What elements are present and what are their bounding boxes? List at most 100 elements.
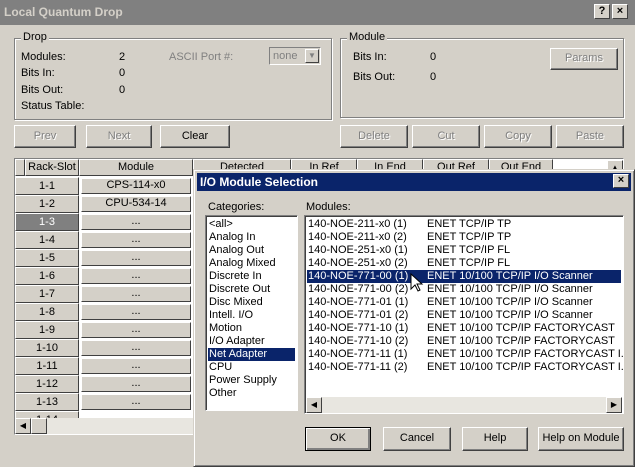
grid-row-module-button[interactable]: ... bbox=[81, 322, 191, 338]
ascii-port-select[interactable]: none ▼ bbox=[269, 47, 321, 65]
grid-row-slot[interactable]: 1-8 bbox=[15, 303, 79, 321]
copy-button[interactable]: Copy bbox=[484, 125, 552, 148]
delete-button[interactable]: Delete bbox=[340, 125, 408, 148]
drop-modules-label: Modules: bbox=[21, 51, 66, 63]
params-button[interactable]: Params bbox=[550, 48, 618, 70]
grid-row-module-button[interactable]: ... bbox=[81, 358, 191, 374]
scroll-thumb[interactable] bbox=[31, 418, 47, 434]
category-item[interactable]: Discrete In bbox=[208, 270, 295, 283]
module-description: ENET TCP/IP FL bbox=[427, 257, 511, 269]
module-part-number: 140-NOE-771-01 (2) bbox=[308, 309, 409, 321]
module-list-item[interactable]: 140-NOE-771-10 (1) ENET 10/100 TCP/IP FAC… bbox=[307, 322, 621, 335]
categories-label: Categories: bbox=[208, 201, 265, 213]
prev-button[interactable]: Prev bbox=[14, 125, 76, 148]
drop-modules-value: 2 bbox=[119, 51, 126, 63]
grid-row-slot[interactable]: 1-11 bbox=[15, 357, 79, 375]
category-item[interactable]: Analog In bbox=[208, 231, 295, 244]
module-description: ENET 10/100 TCP/IP FACTORYCAST bbox=[427, 322, 615, 334]
dialog-title: I/O Module Selection bbox=[200, 175, 319, 189]
module-list-item[interactable]: 140-NOE-211-x0 (1) ENET TCP/IP TP bbox=[307, 218, 621, 231]
grid-row-slot[interactable]: 1-4 bbox=[15, 231, 79, 249]
cancel-button[interactable]: Cancel bbox=[383, 427, 451, 451]
category-item[interactable]: Disc Mixed bbox=[208, 296, 295, 309]
grid-row-module-button[interactable]: ... bbox=[81, 286, 191, 302]
help-icon[interactable]: ? bbox=[594, 4, 610, 19]
grid-header-rack-slot[interactable]: Rack-Slot bbox=[25, 159, 79, 176]
grid-row-module-button[interactable]: CPS-114-x0 bbox=[81, 178, 191, 194]
grid-row-module-button[interactable]: ... bbox=[81, 304, 191, 320]
module-description: ENET 10/100 TCP/IP FACTORYCAST I... bbox=[427, 361, 624, 373]
scroll-left-icon[interactable]: ◀ bbox=[306, 397, 322, 413]
help-button[interactable]: Help bbox=[462, 427, 528, 451]
category-item[interactable]: Motion bbox=[208, 322, 295, 335]
grid-row-module-button[interactable]: ... bbox=[81, 214, 191, 230]
grid-row-slot[interactable]: 1-13 bbox=[15, 393, 79, 411]
close-icon[interactable]: × bbox=[612, 4, 628, 19]
grid-row-module-button[interactable]: ... bbox=[81, 340, 191, 356]
dialog-close-icon[interactable]: × bbox=[613, 174, 629, 188]
chevron-down-icon[interactable]: ▼ bbox=[305, 49, 319, 63]
paste-button[interactable]: Paste bbox=[556, 125, 624, 148]
grid-row-module-button[interactable]: ... bbox=[81, 394, 191, 410]
category-item[interactable]: Other bbox=[208, 387, 295, 400]
module-list-item[interactable]: 140-NOE-771-00 (1) ENET 10/100 TCP/IP I/O… bbox=[307, 270, 621, 283]
grid-row-module-button[interactable]: CPU-534-14 bbox=[81, 196, 191, 212]
grid-row-slot[interactable]: 1-1 bbox=[15, 177, 79, 195]
category-item[interactable]: Discrete Out bbox=[208, 283, 295, 296]
module-list-item[interactable]: 140-NOE-251-x0 (2) ENET TCP/IP FL bbox=[307, 257, 621, 270]
grid-row-slot[interactable]: 1-10 bbox=[15, 339, 79, 357]
clear-button[interactable]: Clear bbox=[160, 125, 230, 148]
modules-listbox[interactable]: ◀ ▶ 140-NOE-211-x0 (1) ENET TCP/IP TP 140-… bbox=[304, 215, 624, 414]
mouse-cursor-icon bbox=[410, 273, 424, 292]
help-on-module-button[interactable]: Help on Module bbox=[538, 427, 624, 451]
category-item[interactable]: Power Supply bbox=[208, 374, 295, 387]
drop-group-title: Drop bbox=[21, 31, 49, 43]
local-quantum-drop-window: Local Quantum Drop ? × Drop Modules: 2 B… bbox=[0, 0, 635, 467]
window-title: Local Quantum Drop bbox=[4, 5, 123, 19]
module-group: Module Bits In: 0 Bits Out: 0 Params bbox=[340, 31, 624, 118]
module-part-number: 140-NOE-771-00 (2) bbox=[308, 283, 409, 295]
module-part-number: 140-NOE-211-x0 (1) bbox=[308, 218, 407, 230]
module-list-item[interactable]: 140-NOE-771-11 (2) ENET 10/100 TCP/IP FAC… bbox=[307, 361, 624, 374]
drop-bits-in-label: Bits In: bbox=[21, 67, 55, 79]
grid-horizontal-scrollbar[interactable]: ◀ bbox=[15, 418, 205, 434]
category-item[interactable]: CPU bbox=[208, 361, 295, 374]
categories-listbox[interactable]: <all> Analog In Analog Out Analog Mixed Disc… bbox=[205, 215, 298, 411]
grid-row-slot[interactable]: 1-3 bbox=[15, 213, 79, 231]
module-part-number: 140-NOE-771-00 (1) bbox=[308, 270, 409, 282]
grid-row-slot[interactable]: 1-2 bbox=[15, 195, 79, 213]
grid-row-module-button[interactable]: ... bbox=[81, 376, 191, 392]
grid-row-module-button[interactable]: ... bbox=[81, 250, 191, 266]
grid-row-slot[interactable]: 1-5 bbox=[15, 249, 79, 267]
grid-row-slot[interactable]: 1-12 bbox=[15, 375, 79, 393]
ok-button[interactable]: OK bbox=[305, 427, 371, 451]
module-list-item[interactable]: 140-NOE-771-01 (1) ENET 10/100 TCP/IP I/O… bbox=[307, 296, 621, 309]
module-part-number: 140-NOE-251-x0 (1) bbox=[308, 244, 408, 256]
module-list-item[interactable]: 140-NOE-251-x0 (1) ENET TCP/IP FL bbox=[307, 244, 621, 257]
grid-row-slot[interactable]: 1-6 bbox=[15, 267, 79, 285]
category-item[interactable]: Analog Mixed bbox=[208, 257, 295, 270]
module-part-number: 140-NOE-211-x0 (2) bbox=[308, 231, 407, 243]
scroll-right-icon[interactable]: ▶ bbox=[606, 397, 622, 413]
grid-header-module[interactable]: Module bbox=[79, 159, 193, 176]
grid-row-slot[interactable]: 1-7 bbox=[15, 285, 79, 303]
grid-row-slot[interactable]: 1-9 bbox=[15, 321, 79, 339]
category-item[interactable]: Intell. I/O bbox=[208, 309, 295, 322]
grid-row-module-button[interactable]: ... bbox=[81, 232, 191, 248]
drop-group: Drop Modules: 2 Bits In: 0 Bits Out: 0 S… bbox=[14, 31, 332, 120]
module-list-item[interactable]: 140-NOE-211-x0 (2) ENET TCP/IP TP bbox=[307, 231, 621, 244]
category-item[interactable]: Analog Out bbox=[208, 244, 295, 257]
module-part-number: 140-NOE-771-10 (2) bbox=[308, 335, 409, 347]
module-list-item[interactable]: 140-NOE-771-01 (2) ENET 10/100 TCP/IP I/O… bbox=[307, 309, 621, 322]
category-item[interactable]: Net Adapter bbox=[208, 348, 295, 361]
category-item[interactable]: I/O Adapter bbox=[208, 335, 295, 348]
scroll-left-icon[interactable]: ◀ bbox=[15, 418, 31, 434]
category-item[interactable]: <all> bbox=[208, 218, 295, 231]
grid-row-module-button[interactable]: ... bbox=[81, 268, 191, 284]
module-list-item[interactable]: 140-NOE-771-00 (2) ENET 10/100 TCP/IP I/O… bbox=[307, 283, 621, 296]
next-button[interactable]: Next bbox=[86, 125, 152, 148]
modules-horizontal-scrollbar[interactable]: ◀ ▶ bbox=[306, 397, 622, 413]
cut-button[interactable]: Cut bbox=[412, 125, 480, 148]
module-list-item[interactable]: 140-NOE-771-11 (1) ENET 10/100 TCP/IP FAC… bbox=[307, 348, 623, 361]
module-list-item[interactable]: 140-NOE-771-10 (2) ENET 10/100 TCP/IP FAC… bbox=[307, 335, 621, 348]
